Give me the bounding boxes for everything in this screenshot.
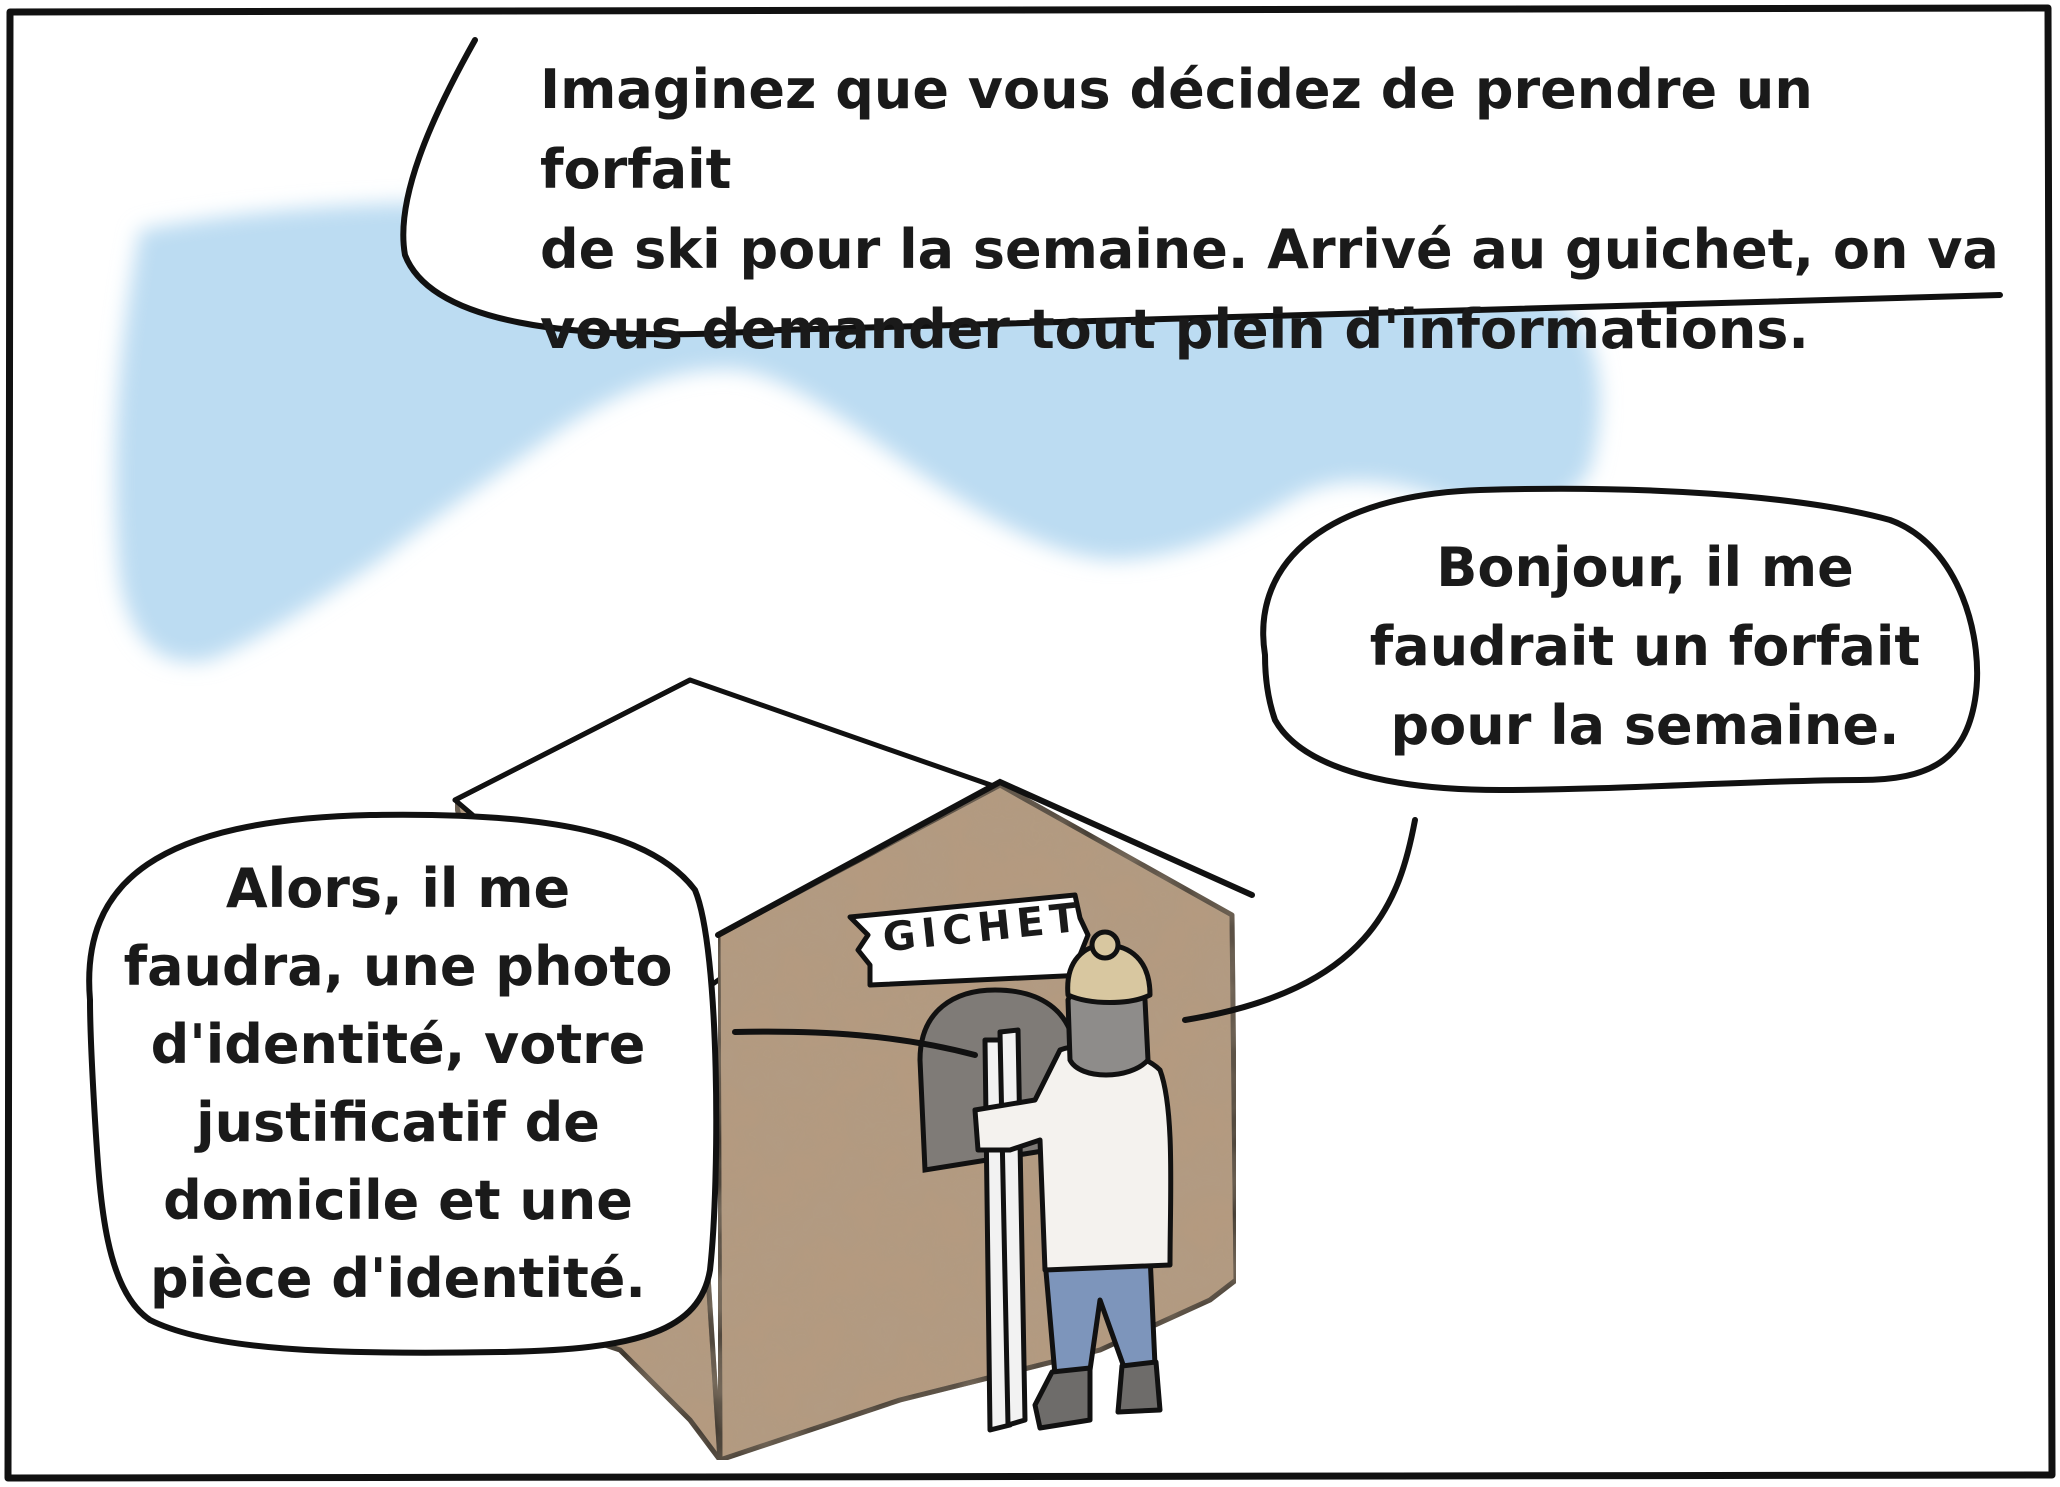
- narration-text: Imaginez que vous décidez de prendre un …: [540, 50, 2000, 370]
- hat-pompom: [1089, 929, 1121, 961]
- clerk-line: domicile et une: [163, 1169, 633, 1232]
- customer-line: pour la semaine.: [1390, 694, 1900, 757]
- skier-boots: [1032, 1359, 1163, 1431]
- clerk-line: Alors, il me: [225, 857, 571, 920]
- skier-jeans: [1042, 1252, 1158, 1378]
- narration-line: de ski pour la semaine. Arrivé au guiche…: [540, 218, 1999, 281]
- clerk-speech-text: Alors, il me faudra, une photo d'identit…: [88, 850, 708, 1318]
- narration-line: Imaginez que vous décidez de prendre un …: [540, 58, 1813, 201]
- customer-line: faudrait un forfait: [1369, 615, 1921, 678]
- clerk-line: pièce d'identité.: [150, 1247, 646, 1310]
- clerk-line: d'identité, votre: [150, 1013, 646, 1076]
- customer-line: Bonjour, il me: [1436, 536, 1854, 599]
- narration-line: vous demander tout plein d'informations.: [540, 298, 1809, 361]
- clerk-line: faudra, une photo: [123, 935, 673, 998]
- clerk-line: justificatif de: [196, 1091, 600, 1154]
- customer-speech-text: Bonjour, il me faudrait un forfait pour …: [1290, 528, 2000, 765]
